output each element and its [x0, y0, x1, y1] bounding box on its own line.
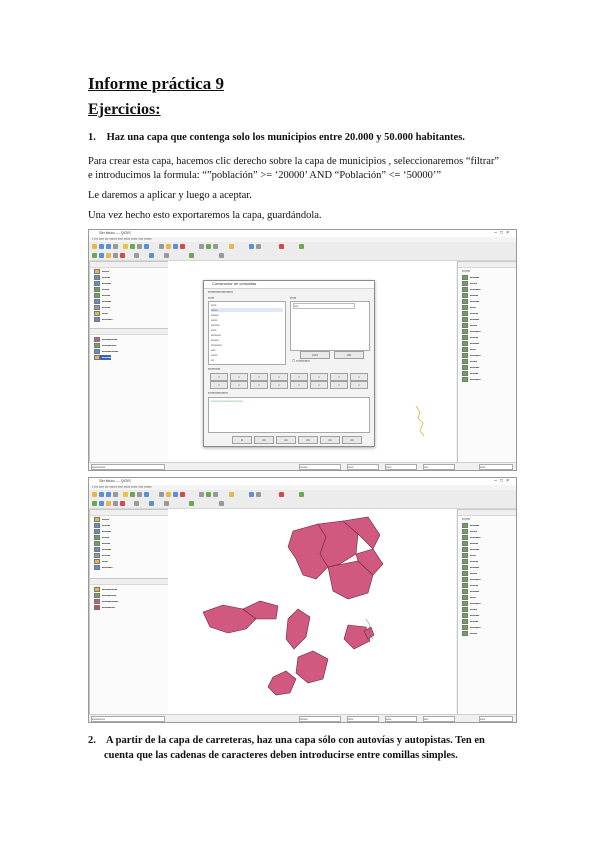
toolbox-header	[458, 262, 516, 268]
locator-search[interactable]: ▪▪▪▪▪▪▪▪▪▪▪▪	[91, 464, 165, 470]
paragraph-3: Una vez hecho esto exportaremos la capa,…	[88, 210, 322, 221]
processing-toolbox-panel[interactable]: ▪▪▪▪▪▪▪ ▪▪▪▪▪▪▪▪ ▪▪▪▪▪▪ ▪▪▪▪▪▪▪▪▪ ▪▪▪▪▪▪…	[457, 261, 516, 464]
municipios-map-svg	[202, 516, 384, 696]
paragraph-1-line-2: e introducimos la formula: “”población” …	[88, 170, 441, 181]
browser-panel-header	[90, 262, 168, 268]
toolbar-2[interactable]	[89, 251, 516, 261]
selected-layer[interactable]: ▪▪▪▪▪▪▪▪	[94, 355, 112, 360]
layers-panel-header	[90, 579, 168, 585]
browser-panel[interactable]: ▪▪▪▪▪▪ ▪▪▪▪▪▪▪ ▪▪▪▪▪▪▪▪ ▪▪▪▪▪▪ ▪▪▪▪▪▪▪ ▪…	[89, 509, 169, 579]
paragraph-2: Le daremos a aplicar y luego a aceptar.	[88, 190, 252, 201]
load-button[interactable]: ▪▪▪	[342, 436, 362, 444]
clear-button[interactable]: ▪▪▪	[298, 436, 318, 444]
ok-button[interactable]: ▪▪	[232, 436, 252, 444]
processing-toolbox-panel[interactable]: ▪▪▪▪▪▪▪ ▪▪▪▪▪▪▪▪ ▪▪▪▪▪▪ ▪▪▪▪▪▪▪▪▪ ▪▪▪▪▪▪…	[457, 509, 516, 716]
browser-panel[interactable]: ▪▪▪▪▪▪ ▪▪▪▪▪▪▪ ▪▪▪▪▪▪▪▪ ▪▪▪▪▪▪ ▪▪▪▪▪▪▪ ▪…	[89, 261, 169, 329]
fields-list[interactable]: ▪▪▪▪▪ ▪▪▪▪▪▪ ▪▪▪▪▪▪▪ ▪▪▪▪▪▪ ▪▪▪▪▪▪▪▪ ▪▪▪…	[208, 301, 286, 365]
toolbox-header	[458, 510, 516, 516]
exercise-2-line-1: A partir de la capa de carreteras, haz u…	[106, 735, 485, 746]
test-button[interactable]: ▪▪▪	[276, 436, 296, 444]
exercise-2-line-2: cuenta que las cadenas de caracteres deb…	[104, 750, 458, 761]
cancel-button[interactable]: ▪▪▪	[254, 436, 274, 444]
window-controls-icon[interactable]: –□×	[494, 230, 512, 236]
dialog-title: Constructor de consultas	[204, 281, 374, 289]
exercise-1-number: 1.	[88, 132, 96, 143]
toolbar-2[interactable]	[89, 499, 516, 509]
section-heading: Ejercicios:	[88, 101, 161, 118]
layers-panel[interactable]: ▪▪▪▪▪▪▪▪▪▪▪▪▪ ▪▪▪▪▪▪▪▪▪▪▪▪ ▪▪▪▪▪▪▪▪▪▪▪▪▪…	[89, 328, 169, 464]
locator-search[interactable]: ▪▪▪▪▪▪▪▪▪▪▪▪	[91, 716, 165, 722]
statusbar: ▪▪▪▪▪▪▪▪▪▪▪▪ ▪▪▪▪▪▪▪ ▪▪▪▪▪ ▪▪▪▪▪ ▪▪▪▪ ▪▪…	[89, 462, 516, 470]
window-titlebar: Sin título — QGIS –□×	[89, 478, 516, 485]
window-title: Sin título — QGIS	[99, 478, 131, 483]
paragraph-1-line-1: Para crear esta capa, hacemos clic derec…	[88, 156, 500, 167]
values-list[interactable]: ▪▪▪▪	[290, 301, 370, 351]
exercise-2: 2. A partir de la capa de carreteras, ha…	[88, 733, 528, 748]
window-title: Sin título — QGIS	[99, 230, 131, 235]
window-titlebar: Sin título — QGIS –□×	[89, 230, 516, 237]
browser-panel-header	[90, 510, 168, 516]
municipio-polygon	[343, 624, 371, 650]
document-title: Informe práctica 9	[88, 74, 224, 93]
all-button[interactable]: ▪▪▪▪	[334, 351, 364, 359]
sample-button[interactable]: ▪▪▪▪▪	[300, 351, 330, 359]
qgis-screenshot-result: Sin título — QGIS –□× ▪ ▪▪▪ ▪▪▪▪ ▪▪▪ ▪▪▪…	[88, 477, 517, 723]
filter-expression-box[interactable]: ▪▪▪▪▪▪▪▪▪▪▪▪▪▪▪▪▪▪▪▪▪▪▪▪▪▪▪▪▪▪	[208, 397, 370, 433]
municipio-polygon	[295, 650, 329, 684]
exercise-1-text: Haz una capa que contenga solo los munic…	[106, 132, 465, 143]
query-builder-dialog[interactable]: Constructor de consultas ▪▪▪▪▪▪▪▪▪▪▪▪▪▪▪…	[203, 280, 375, 447]
municipio-polygon	[285, 608, 311, 650]
exercise-1: 1. Haz una capa que contenga solo los mu…	[88, 130, 528, 145]
exercise-2-number: 2.	[88, 735, 96, 746]
qgis-screenshot-filter: Sin título — QGIS –□× ▪ ▪▪▪ ▪▪▪▪ ▪▪▪ ▪▪▪…	[88, 229, 517, 471]
layers-panel[interactable]: ▪▪▪▪▪▪▪▪▪▪▪▪▪ ▪▪▪▪▪▪▪▪▪▪▪▪ ▪▪▪▪▪▪▪▪▪▪▪▪▪…	[89, 578, 169, 716]
statusbar: ▪▪▪▪▪▪▪▪▪▪▪▪ ▪▪▪▪▪▪▪ ▪▪▪▪▪ ▪▪▪▪▪ ▪▪▪▪ ▪▪…	[89, 714, 516, 722]
municipio-polygon	[267, 670, 297, 696]
save-button[interactable]: ▪▪▪	[320, 436, 340, 444]
layers-panel-header	[90, 329, 168, 335]
window-controls-icon[interactable]: –□×	[494, 478, 512, 484]
map-canvas[interactable]	[168, 509, 456, 714]
